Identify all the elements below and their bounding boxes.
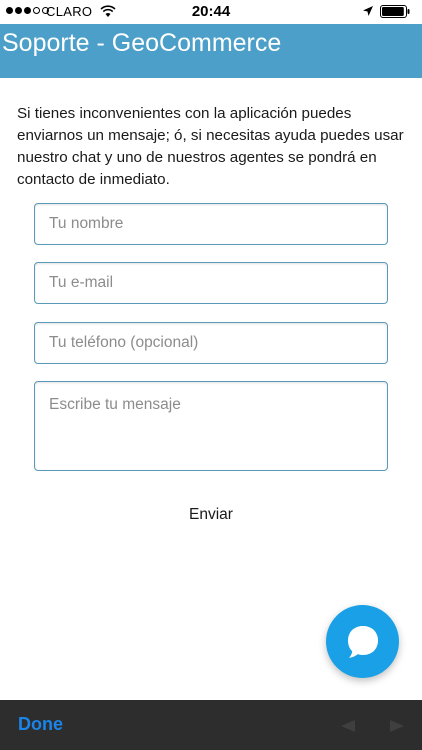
location-arrow-icon [363, 6, 373, 16]
status-bar: CLARO 20:44 [0, 0, 422, 24]
status-time: 20:44 [191, 3, 231, 20]
bottom-toolbar: Done [0, 700, 422, 750]
message-textarea[interactable] [34, 381, 388, 471]
chat-bubble-icon [348, 626, 378, 658]
email-input[interactable] [34, 262, 388, 304]
send-button[interactable]: Enviar [160, 503, 262, 527]
intro-text: Si tienes inconvenientes con la aplicaci… [17, 105, 404, 188]
back-arrow-icon[interactable] [340, 719, 356, 733]
phone-input[interactable] [34, 322, 388, 364]
page-title: Soporte - GeoCommerce [2, 29, 282, 57]
chat-button[interactable] [326, 605, 399, 678]
forward-arrow-icon[interactable] [389, 719, 405, 733]
screen: CLARO 20:44 Soporte - GeoCommerce Si tie… [0, 0, 422, 750]
battery-icon [380, 5, 410, 18]
app-header: Soporte - GeoCommerce [0, 24, 422, 78]
name-input[interactable] [34, 203, 388, 245]
done-button[interactable]: Done [18, 714, 63, 735]
